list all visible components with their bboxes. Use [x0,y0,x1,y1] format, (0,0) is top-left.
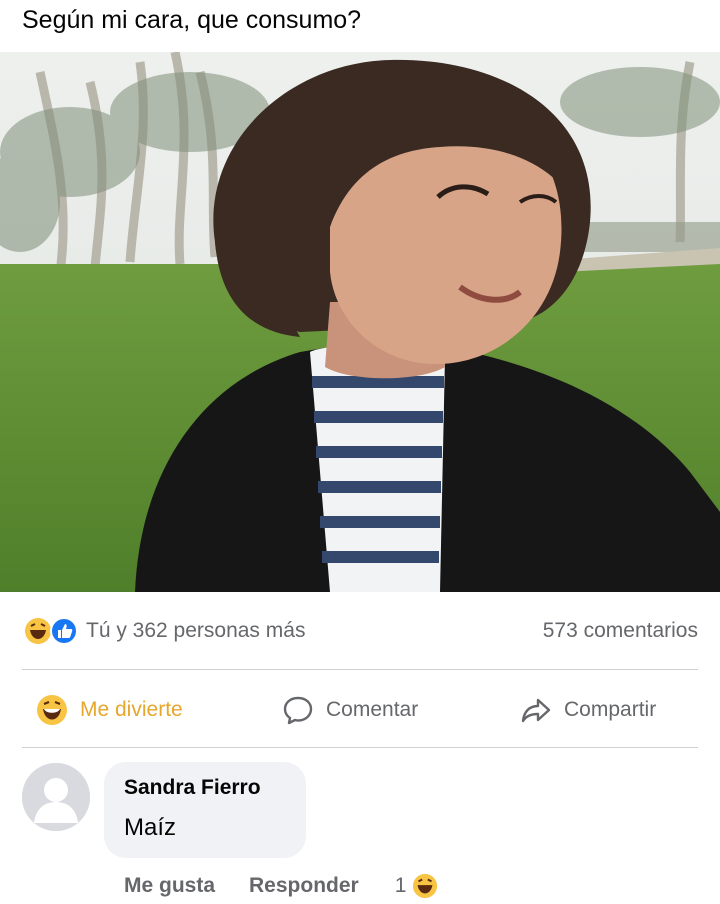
comment-like-button[interactable]: Me gusta [124,874,215,898]
like-icon [50,617,78,645]
post-photo[interactable] [0,52,720,592]
reaction-count-text[interactable]: Tú y 362 personas más [86,619,305,643]
react-button-label: Me divierte [80,698,183,721]
comment-author[interactable]: Sandra Fierro [124,776,261,800]
reactions-summary-row[interactable]: Tú y 362 personas más 573 comentarios [0,600,720,660]
post-actions-bar: Me divierte Comentar Compartir [0,672,720,748]
comment-button[interactable]: Comentar [282,692,418,728]
default-avatar-icon [22,763,90,831]
selfie-photo-illustration [0,52,720,592]
share-button[interactable]: Compartir [520,692,656,728]
comment-reaction-number: 1 [394,874,407,897]
comment-bubble-icon [283,696,313,725]
comment-button-label: Comentar [326,698,419,721]
comment-reaction-count[interactable]: 1 [395,873,439,899]
comments-count-link[interactable]: 573 comentarios [543,619,698,643]
haha-icon [25,618,51,644]
comment-reply-button[interactable]: Responder [249,874,359,898]
comment-actions: Me gusta Responder 1 [124,870,438,902]
avatar[interactable] [22,763,90,831]
react-button[interactable]: Me divierte [36,692,183,728]
haha-icon [37,695,67,725]
share-arrow-icon [521,698,551,723]
divider [22,669,698,670]
share-button-label: Compartir [564,698,657,721]
comment-text: Maíz [124,814,177,841]
post-text: Según mi cara, que consumo? [22,6,362,34]
reaction-icons [25,617,78,645]
comment-bubble: Sandra Fierro Maíz [104,762,306,858]
divider [22,747,698,748]
haha-icon [413,873,438,899]
